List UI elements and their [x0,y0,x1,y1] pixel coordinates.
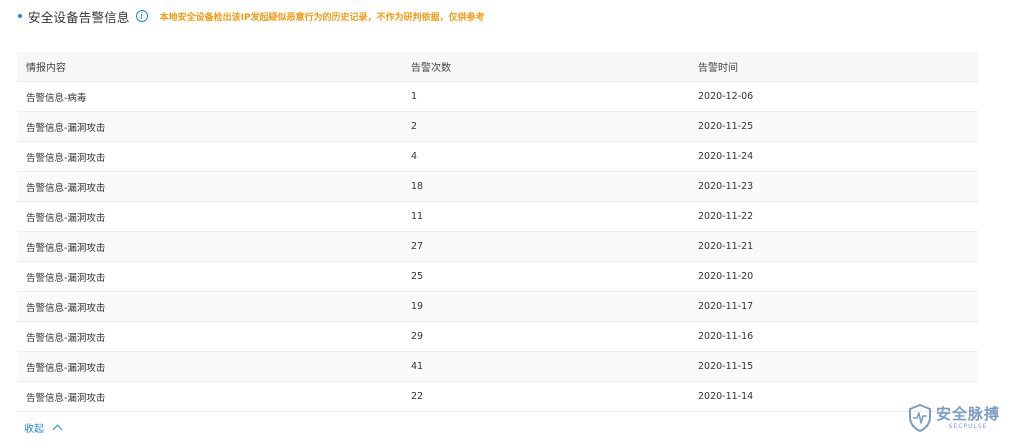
table-row: 告警信息-漏洞攻击 18 2020-11-23 [17,172,978,202]
cell-count: 27 [411,241,424,252]
section-title: 安全设备告警信息 [28,9,130,25]
cell-count: 2 [411,121,418,132]
cell-time: 2020-11-20 [698,271,754,282]
cell-time: 2020-11-23 [698,181,754,192]
column-header-time: 告警时间 [698,63,738,74]
cell-count: 18 [411,181,424,192]
info-icon[interactable]: i [135,10,148,22]
cell-content: 告警信息-漏洞攻击 [26,272,106,284]
cell-content: 告警信息-漏洞攻击 [26,152,106,164]
cell-count: 41 [411,361,424,372]
table-row: 告警信息-漏洞攻击 25 2020-11-20 [17,262,978,292]
cell-content: 告警信息-漏洞攻击 [26,362,106,374]
watermark-cn: 安全脉搏 [936,404,1001,423]
table-row: 告警信息-漏洞攻击 27 2020-11-21 [17,232,978,262]
cell-time: 2020-12-06 [698,91,754,102]
watermark-en: SECPULSE [948,422,988,430]
table-row: 告警信息-病毒 1 2020-12-06 [17,82,978,112]
cell-content: 告警信息-漏洞攻击 [26,122,106,134]
cell-count: 29 [411,331,424,342]
bullet-icon [18,14,22,18]
table-row: 告警信息-漏洞攻击 19 2020-11-17 [17,292,978,322]
table-row: 告警信息-漏洞攻击 22 2020-11-14 [17,382,978,412]
watermark-logo: 安全脉搏 SECPULSE [908,404,1000,432]
column-header-content: 情报内容 [26,63,66,74]
alert-table: 情报内容 告警次数 告警时间 告警信息-病毒 1 2020-12-06 告警信息… [17,52,978,412]
notice-text: 本地安全设备检出该IP发起疑似恶意行为的历史记录，不作为研判依据，仅供参考 [159,12,485,23]
collapse-button[interactable]: 收起 [24,420,63,435]
cell-content: 告警信息-漏洞攻击 [26,182,106,194]
table-row: 告警信息-漏洞攻击 29 2020-11-16 [17,322,978,352]
cell-time: 2020-11-25 [698,121,754,132]
cell-content: 告警信息-漏洞攻击 [26,242,106,254]
cell-time: 2020-11-14 [698,391,754,402]
cell-time: 2020-11-16 [698,331,754,342]
cell-count: 11 [411,211,424,222]
cell-content: 告警信息-漏洞攻击 [26,302,106,314]
cell-time: 2020-11-24 [698,151,754,162]
column-header-count: 告警次数 [411,63,451,74]
cell-time: 2020-11-21 [698,241,754,252]
cell-count: 1 [411,91,418,102]
cell-content: 告警信息-病毒 [26,92,87,104]
cell-content: 告警信息-漏洞攻击 [26,332,106,344]
cell-count: 4 [411,151,418,162]
cell-content: 告警信息-漏洞攻击 [26,212,106,224]
cell-time: 2020-11-15 [698,361,754,372]
cell-time: 2020-11-17 [698,301,754,312]
table-row: 告警信息-漏洞攻击 4 2020-11-24 [17,142,978,172]
cell-time: 2020-11-22 [698,211,754,222]
cell-count: 22 [411,391,424,402]
table-row: 告警信息-漏洞攻击 11 2020-11-22 [17,202,978,232]
table-row: 告警信息-漏洞攻击 2 2020-11-25 [17,112,978,142]
table-header: 情报内容 告警次数 告警时间 [17,52,978,82]
section-header: 安全设备告警信息 i 本地安全设备检出该IP发起疑似恶意行为的历史记录，不作为研… [18,6,485,26]
chevron-up-icon [52,424,63,434]
table-row: 告警信息-漏洞攻击 41 2020-11-15 [17,352,978,382]
shield-icon [909,404,931,432]
cell-count: 25 [411,271,424,282]
cell-count: 19 [411,301,424,312]
cell-content: 告警信息-漏洞攻击 [26,392,106,404]
collapse-label: 收起 [24,424,44,435]
